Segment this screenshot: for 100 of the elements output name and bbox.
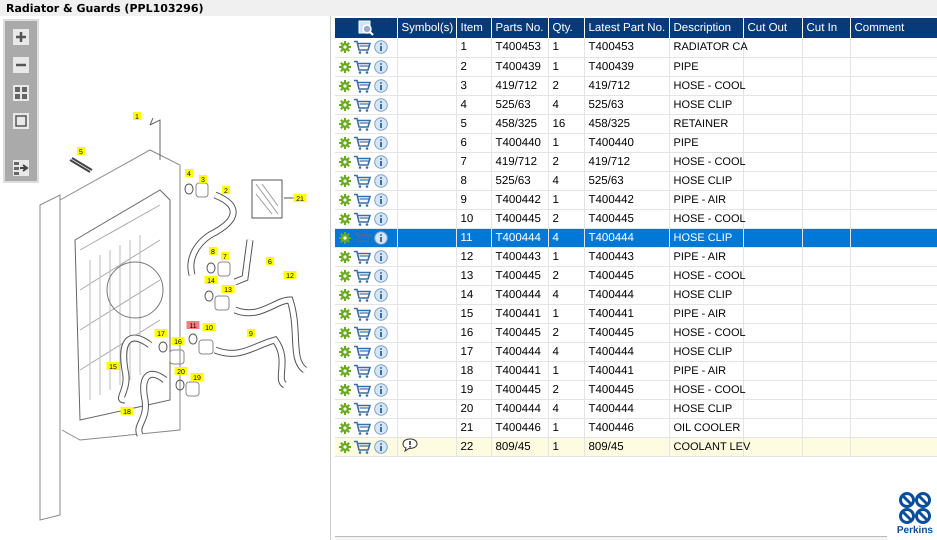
gear-icon[interactable] (339, 402, 351, 414)
table-row[interactable]: 2 T400439 1 T400439 PIPE (335, 57, 937, 76)
cart-icon[interactable] (354, 326, 371, 340)
gear-icon[interactable] (339, 326, 351, 338)
cart-icon[interactable] (354, 402, 371, 416)
grid-icon[interactable] (13, 85, 29, 101)
column-header[interactable]: Cut Out (743, 18, 802, 38)
table-row[interactable]: 6 T400440 1 T400440 PIPE (335, 133, 937, 152)
column-header[interactable]: Symbol(s) (397, 18, 456, 38)
info-icon[interactable] (374, 78, 388, 92)
table-row[interactable]: 22 809/45 1 809/45 COOLANT LEV (335, 437, 937, 456)
info-icon[interactable] (374, 268, 388, 282)
horizontal-scrollbar[interactable] (335, 536, 887, 540)
info-icon[interactable] (374, 136, 388, 150)
gear-icon[interactable] (339, 118, 351, 130)
table-row[interactable]: 5 458/325 16 458/325 RETAINER (335, 114, 937, 133)
cart-icon[interactable] (354, 268, 371, 282)
info-icon[interactable] (374, 420, 388, 434)
table-row[interactable]: 7 419/712 2 419/712 HOSE - COOL (335, 152, 937, 171)
gear-icon[interactable] (339, 174, 351, 186)
table-row[interactable]: 9 T400442 1 T400442 PIPE - AIR (335, 190, 937, 209)
gear-icon[interactable] (339, 346, 351, 358)
gear-icon[interactable] (339, 60, 351, 72)
table-row[interactable]: 13 T400445 2 T400445 HOSE - COOL (335, 266, 937, 285)
gear-icon[interactable] (339, 98, 351, 110)
table-row[interactable]: 4 525/63 4 525/63 HOSE CLIP (335, 95, 937, 114)
column-header[interactable]: Qty. (548, 18, 584, 38)
column-header[interactable]: Latest Part No. (584, 18, 669, 38)
zoom-in-icon[interactable] (13, 29, 29, 45)
table-row[interactable]: 8 525/63 4 525/63 HOSE CLIP (335, 171, 937, 190)
info-icon[interactable] (374, 382, 388, 396)
column-header[interactable]: Cut In (802, 18, 850, 38)
gear-icon[interactable] (339, 194, 351, 206)
table-row[interactable]: 12 T400443 1 T400443 PIPE - AIR (335, 247, 937, 266)
cart-icon[interactable] (354, 288, 371, 302)
info-icon[interactable] (374, 402, 388, 416)
info-icon[interactable] (374, 60, 388, 74)
table-row[interactable]: 3 419/712 2 419/712 HOSE - COOL (335, 76, 937, 95)
info-icon[interactable] (374, 250, 388, 264)
info-icon[interactable] (374, 364, 388, 378)
cart-icon[interactable] (354, 60, 371, 74)
gear-icon[interactable] (339, 270, 351, 282)
info-icon[interactable] (374, 230, 388, 244)
cart-icon[interactable] (354, 154, 371, 168)
table-row[interactable]: 1 T400453 1 T400453 RADIATOR CA (335, 38, 937, 57)
info-icon[interactable] (374, 344, 388, 358)
table-row[interactable]: 17 T400444 4 T400444 HOSE CLIP (335, 342, 937, 361)
column-header[interactable]: Item (456, 18, 491, 38)
gear-icon[interactable] (339, 250, 351, 262)
gear-icon[interactable] (339, 288, 351, 300)
gear-icon[interactable] (339, 440, 351, 452)
gear-icon[interactable] (339, 156, 351, 168)
info-icon[interactable] (374, 212, 388, 226)
column-header[interactable]: Description (669, 18, 743, 38)
table-row[interactable]: 15 T400441 1 T400441 PIPE - AIR (335, 304, 937, 323)
info-icon[interactable] (374, 154, 388, 168)
cart-icon[interactable] (354, 40, 371, 54)
info-icon[interactable] (374, 306, 388, 320)
cart-icon[interactable] (354, 344, 371, 358)
column-header[interactable]: Parts No. (491, 18, 548, 38)
zoom-out-icon[interactable] (13, 57, 29, 73)
info-icon[interactable] (374, 326, 388, 340)
gear-icon[interactable] (339, 422, 351, 434)
info-icon[interactable] (374, 98, 388, 112)
cart-icon[interactable] (354, 136, 371, 150)
info-icon[interactable] (374, 174, 388, 188)
cart-icon[interactable] (354, 250, 371, 264)
table-row[interactable]: 16 T400445 2 T400445 HOSE - COOL (335, 323, 937, 342)
table-row[interactable]: 11 T400444 4 T400444 HOSE CLIP (335, 228, 937, 247)
gear-icon[interactable] (339, 232, 351, 244)
info-icon[interactable] (374, 116, 388, 130)
table-row[interactable]: 14 T400444 4 T400444 HOSE CLIP (335, 285, 937, 304)
gear-icon[interactable] (339, 80, 351, 92)
gear-icon[interactable] (339, 384, 351, 396)
column-header[interactable]: Comment (850, 18, 937, 38)
table-row[interactable]: 21 T400446 1 T400446 OIL COOLER (335, 418, 937, 437)
info-icon[interactable] (374, 40, 388, 54)
gear-icon[interactable] (339, 212, 351, 224)
cart-icon[interactable] (354, 306, 371, 320)
cart-icon[interactable] (354, 382, 371, 396)
info-icon[interactable] (374, 288, 388, 302)
square-icon[interactable] (13, 113, 29, 129)
cart-icon[interactable] (354, 116, 371, 130)
gear-icon[interactable] (339, 136, 351, 148)
cart-icon[interactable] (354, 212, 371, 226)
cart-icon[interactable] (354, 364, 371, 378)
table-row[interactable]: 20 T400444 4 T400444 HOSE CLIP (335, 399, 937, 418)
cart-icon[interactable] (354, 174, 371, 188)
info-icon[interactable] (374, 192, 388, 206)
cart-icon[interactable] (354, 192, 371, 206)
search-icon[interactable] (358, 20, 374, 36)
table-row[interactable]: 10 T400445 2 T400445 HOSE - COOL (335, 209, 937, 228)
cart-icon[interactable] (354, 420, 371, 434)
info-icon[interactable] (374, 440, 388, 454)
gear-icon[interactable] (339, 364, 351, 376)
cart-icon[interactable] (354, 98, 371, 112)
gear-icon[interactable] (339, 41, 351, 54)
table-row[interactable]: 18 T400441 1 T400441 PIPE - AIR (335, 361, 937, 380)
gear-icon[interactable] (339, 308, 351, 320)
cart-icon[interactable] (354, 440, 371, 454)
